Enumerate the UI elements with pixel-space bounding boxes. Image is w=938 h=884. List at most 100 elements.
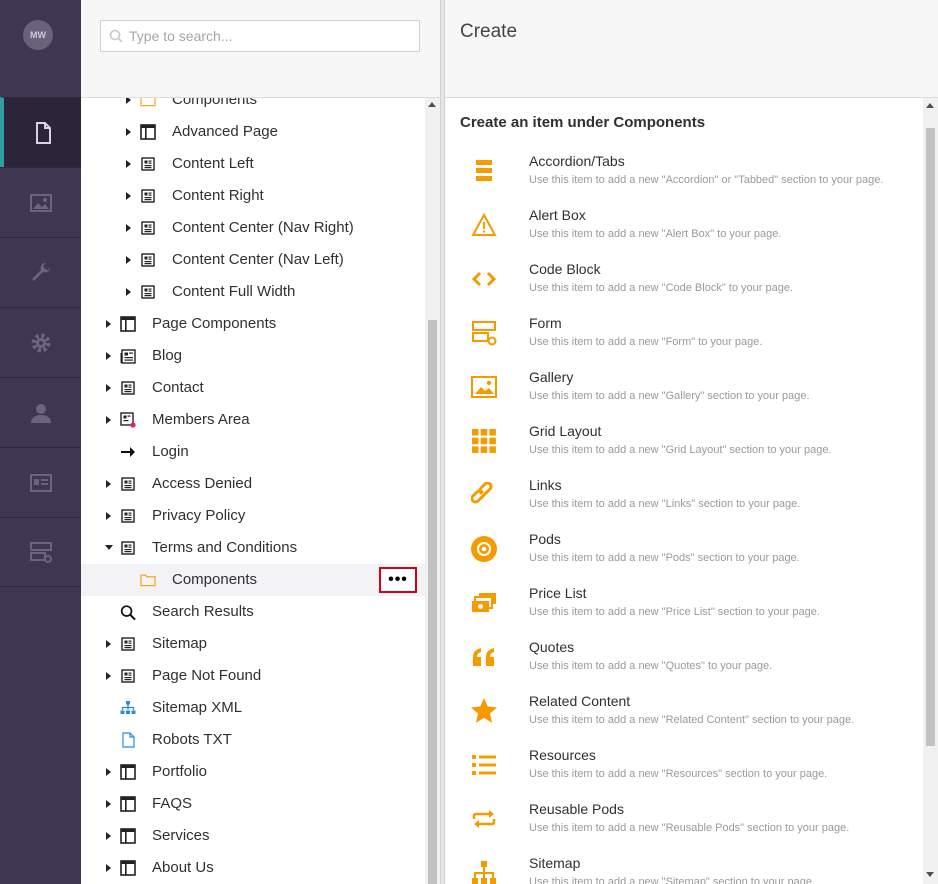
tree-node[interactable]: Portfolio (81, 756, 425, 788)
tree-node[interactable]: Content Center (Nav Right) (81, 212, 425, 244)
tree-node-label: Sitemap (152, 635, 208, 652)
tree-node[interactable]: Members Area (81, 404, 425, 436)
tree-node[interactable]: Contact (81, 372, 425, 404)
document-icon (140, 156, 156, 172)
repeat-icon (469, 804, 499, 834)
list-icon (469, 750, 499, 780)
caret-right-icon[interactable] (124, 127, 134, 137)
scroll-up-arrow[interactable] (926, 103, 934, 108)
tree-node[interactable]: Services (81, 820, 425, 852)
create-item-name: Sitemap (529, 855, 581, 871)
caret-right-icon[interactable] (104, 831, 114, 841)
caret-right-icon[interactable] (104, 671, 114, 681)
create-item[interactable]: Form Use this item to add a new "Form" to… (445, 313, 923, 367)
nav-media[interactable] (0, 167, 81, 237)
tree-node-label: Components (172, 98, 258, 108)
tree-node[interactable]: Access Denied (81, 468, 425, 500)
create-item-name: Links (529, 477, 562, 493)
create-item-name: Code Block (529, 261, 601, 277)
create-item[interactable]: Price List Use this item to add a new "Pr… (445, 583, 923, 637)
document-icon (140, 188, 156, 204)
caret-down-icon[interactable] (104, 543, 114, 553)
caret-right-icon[interactable] (124, 191, 134, 201)
caret-right-icon[interactable] (124, 159, 134, 169)
create-item[interactable]: Alert Box Use this item to add a new "Ale… (445, 205, 923, 259)
tree-node[interactable]: Components (81, 98, 425, 116)
tree-node[interactable]: Page Components (81, 308, 425, 340)
create-item[interactable]: Sitemap Use this item to add a new "Sitem… (445, 853, 923, 884)
tree-node[interactable]: Content Left (81, 148, 425, 180)
create-item[interactable]: Links Use this item to add a new "Links" … (445, 475, 923, 529)
caret-right-icon[interactable] (104, 863, 114, 873)
caret-right-icon[interactable] (104, 415, 114, 425)
tree-node[interactable]: Terms and Conditions (81, 532, 425, 564)
tree-node[interactable]: FAQS (81, 788, 425, 820)
avatar[interactable]: MW (23, 20, 53, 50)
caret-right-icon[interactable] (104, 767, 114, 777)
create-scrollbar[interactable] (923, 98, 938, 884)
create-item[interactable]: Resources Use this item to add a new "Res… (445, 745, 923, 799)
tree-node[interactable]: Page Not Found (81, 660, 425, 692)
nav-settings[interactable] (0, 237, 81, 307)
pods-icon (469, 534, 499, 564)
tree-node[interactable]: Content Center (Nav Left) (81, 244, 425, 276)
create-item[interactable]: Grid Layout Use this item to add a new "G… (445, 421, 923, 475)
scroll-up-arrow[interactable] (428, 102, 436, 107)
layout-icon (120, 764, 136, 780)
tree-node[interactable]: Sitemap (81, 628, 425, 660)
create-item-description: Use this item to add a new "Quotes" to y… (529, 660, 773, 672)
scrollbar-thumb[interactable] (926, 128, 935, 746)
scrollbar-thumb[interactable] (428, 320, 437, 884)
caret-right-icon[interactable] (104, 479, 114, 489)
tree-node[interactable]: Content Right (81, 180, 425, 212)
create-item[interactable]: Code Block Use this item to add a new "Co… (445, 259, 923, 313)
create-item[interactable]: Pods Use this item to add a new "Pods" se… (445, 529, 923, 583)
tree-node-label: Terms and Conditions (152, 539, 298, 556)
nav-developer[interactable] (0, 307, 81, 377)
nav-users[interactable] (0, 377, 81, 447)
form-icon (469, 318, 499, 348)
caret-right-icon[interactable] (104, 383, 114, 393)
tree-node[interactable]: About Us (81, 852, 425, 884)
tree-node[interactable]: Content Full Width (81, 276, 425, 308)
tree-node[interactable]: Advanced Page (81, 116, 425, 148)
tree-node[interactable]: Blog (81, 340, 425, 372)
create-item[interactable]: Reusable Pods Use this item to add a new … (445, 799, 923, 853)
caret-right-icon[interactable] (104, 319, 114, 329)
caret-right-icon[interactable] (104, 351, 114, 361)
create-item[interactable]: Accordion/Tabs Use this item to add a new… (445, 151, 923, 205)
more-actions-button[interactable]: ••• (379, 567, 417, 593)
caret-right-icon[interactable] (104, 511, 114, 521)
nav-content[interactable] (0, 97, 81, 167)
tree-node[interactable]: Login (81, 436, 425, 468)
create-item[interactable]: Gallery Use this item to add a new "Galle… (445, 367, 923, 421)
scroll-down-arrow[interactable] (926, 872, 934, 877)
alert-icon (469, 210, 499, 240)
caret-right-icon[interactable] (124, 98, 134, 105)
caret-right-icon[interactable] (104, 639, 114, 649)
create-item[interactable]: Related Content Use this item to add a ne… (445, 691, 923, 745)
tree-node-label: Content Full Width (172, 283, 296, 300)
create-item-description: Use this item to add a new "Grid Layout"… (529, 444, 832, 456)
nav-members[interactable] (0, 447, 81, 517)
tree-node[interactable]: Search Results (81, 596, 425, 628)
tree-node[interactable]: Robots TXT (81, 724, 425, 756)
caret-right-icon[interactable] (124, 223, 134, 233)
create-item[interactable]: Quotes Use this item to add a new "Quotes… (445, 637, 923, 691)
tree-scrollbar[interactable] (425, 98, 440, 884)
caret-right-icon[interactable] (124, 255, 134, 265)
tree-node[interactable]: Privacy Policy (81, 500, 425, 532)
search-box[interactable] (100, 20, 420, 52)
create-item-name: Reusable Pods (529, 801, 624, 817)
tree-node[interactable]: Components ••• (81, 564, 425, 596)
price-list-icon (469, 588, 499, 618)
document-icon (120, 380, 136, 396)
caret-right-icon[interactable] (104, 799, 114, 809)
nav-forms[interactable] (0, 517, 81, 587)
caret-right-icon[interactable] (124, 287, 134, 297)
tree-node-label: Sitemap XML (152, 699, 243, 716)
tree-node-label: Advanced Page (172, 123, 278, 140)
tree-node[interactable]: Sitemap XML (81, 692, 425, 724)
layout-icon (120, 860, 136, 876)
search-input[interactable] (129, 28, 409, 44)
